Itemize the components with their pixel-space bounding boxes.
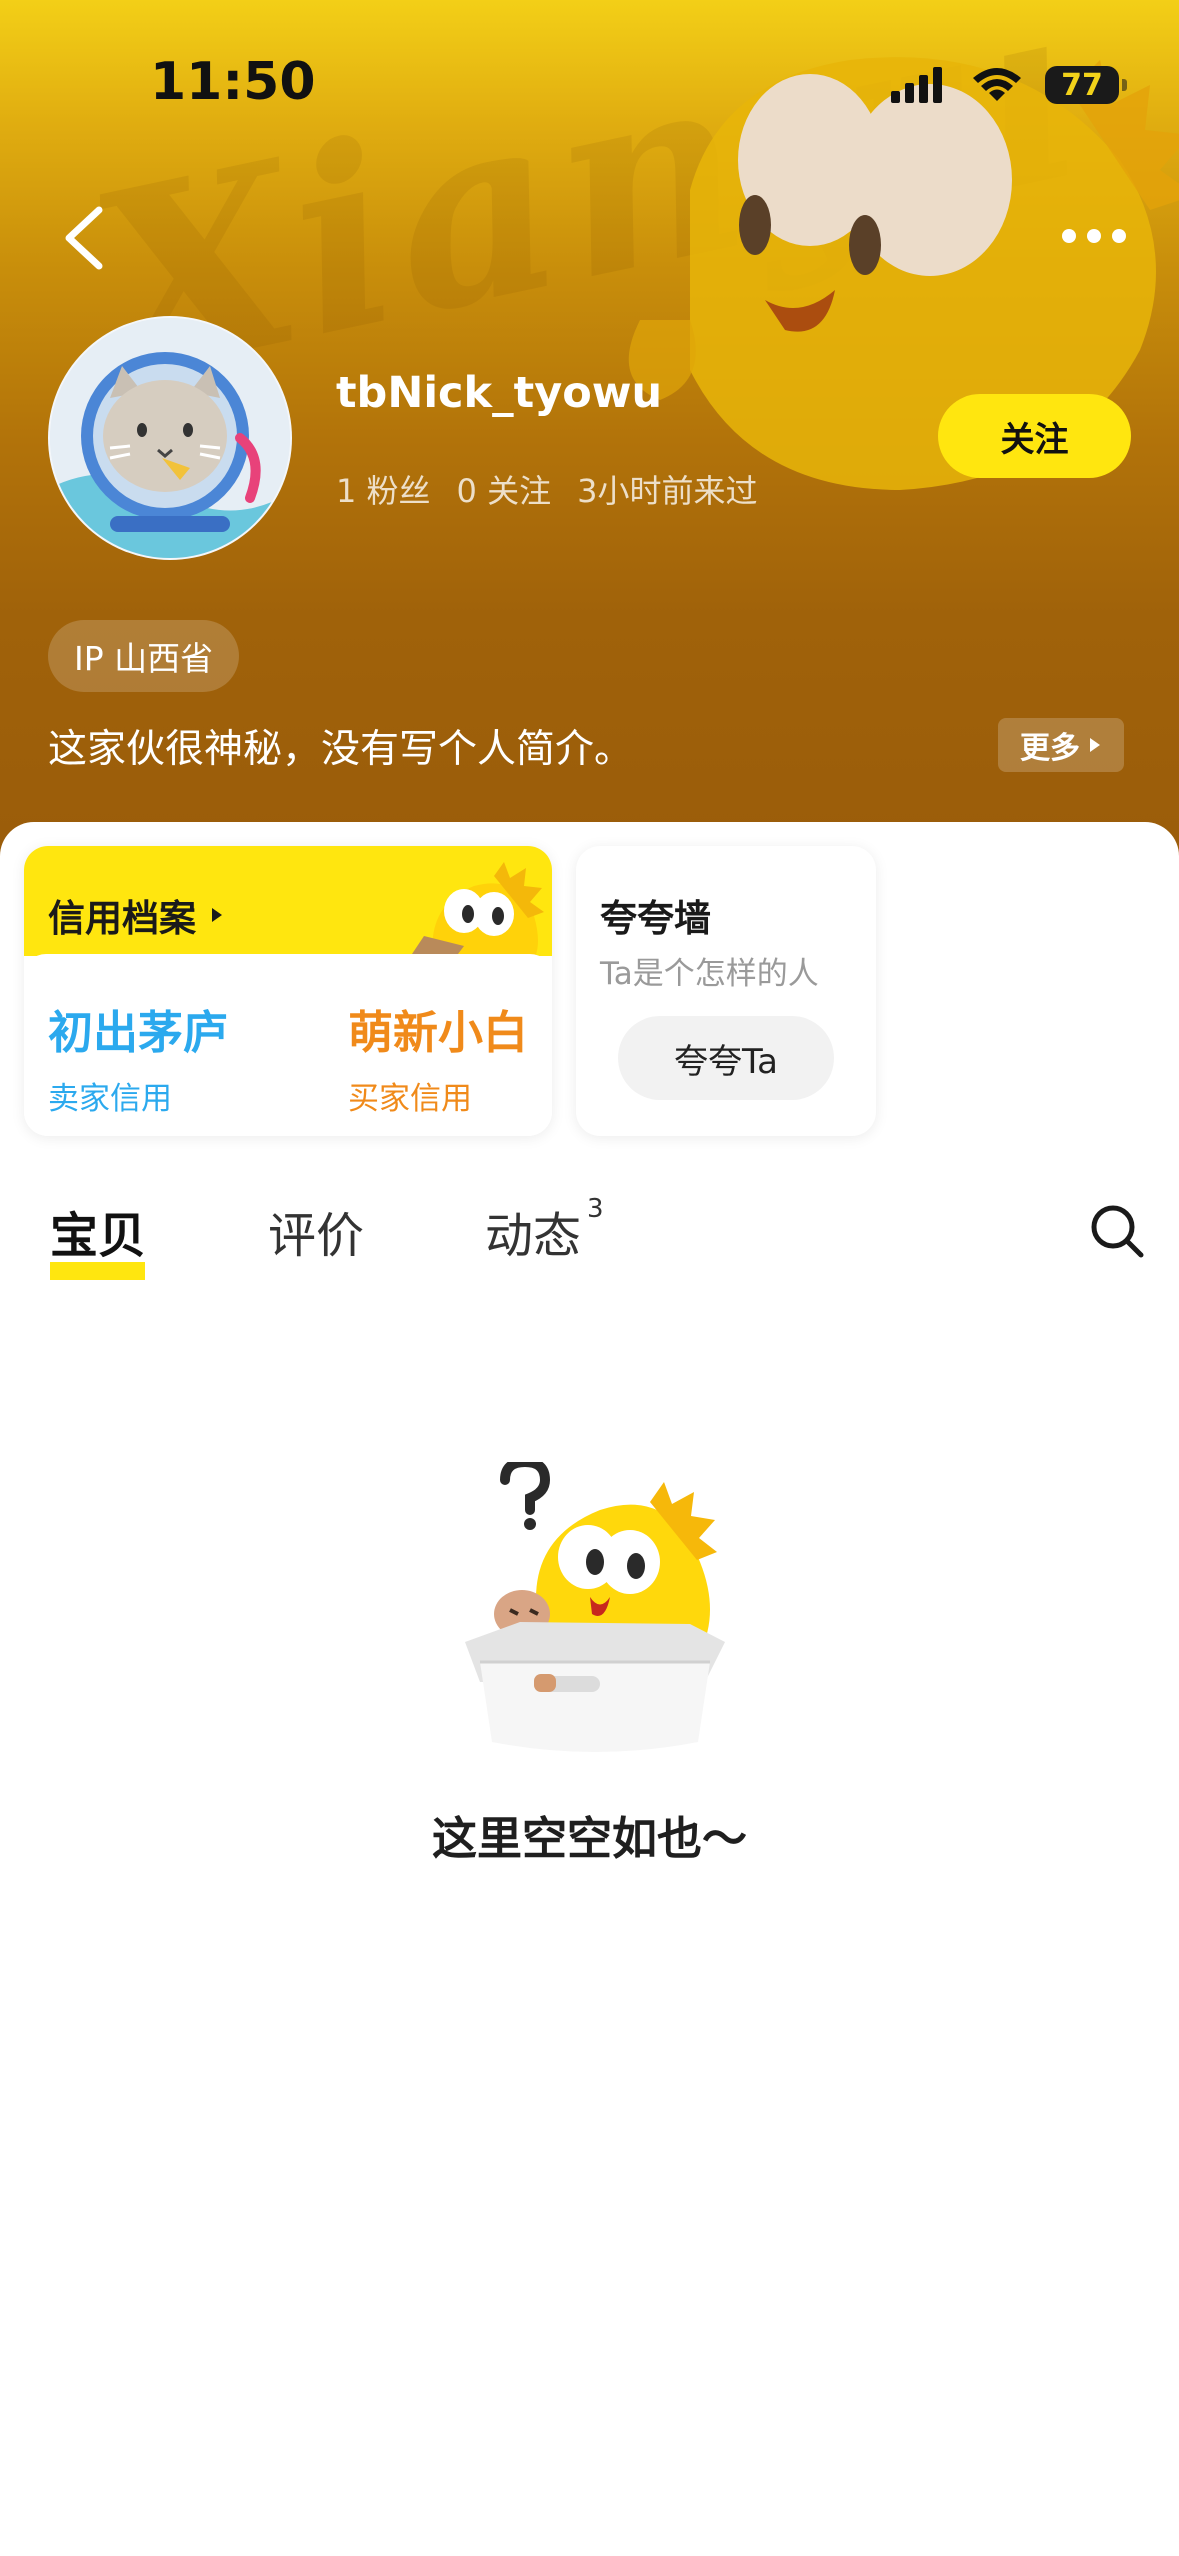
fans-count[interactable]: 1 粉丝 xyxy=(336,466,431,512)
credit-body: 初出茅庐 卖家信用 萌新小白 买家信用 xyxy=(24,954,552,1136)
mascot-sticker xyxy=(404,862,544,966)
bio-text: 这家伙很神秘，没有写个人简介。 xyxy=(48,727,634,772)
triangle-right-icon xyxy=(1090,738,1100,752)
seller-credit-label: 卖家信用 xyxy=(48,1081,172,1117)
status-time: 11:50 xyxy=(150,52,316,112)
more-bio-button[interactable]: 更多 xyxy=(998,718,1124,772)
ip-location-badge: IP 山西省 xyxy=(48,620,240,692)
empty-box-illustration xyxy=(465,1462,725,1752)
tab-active-indicator xyxy=(50,1262,145,1280)
seller-credit: 初出茅庐 卖家信用 xyxy=(48,996,228,1118)
battery-icon: 77 xyxy=(1045,66,1127,104)
status-icons: 77 xyxy=(891,60,1127,110)
credit-title: 信用档案 xyxy=(48,888,224,942)
back-arrow-icon[interactable] xyxy=(55,200,115,276)
triangle-right-icon xyxy=(212,908,222,922)
last-seen: 3小时前来过 xyxy=(577,472,758,510)
credit-title-label: 信用档案 xyxy=(48,897,196,940)
seller-rank: 初出茅庐 xyxy=(48,1006,229,1059)
wifi-icon xyxy=(973,68,1021,101)
tab-posts-label: 动态 xyxy=(485,1208,582,1264)
signal-icon xyxy=(891,67,942,103)
more-bio-label: 更多 xyxy=(1020,731,1080,766)
battery-level: 77 xyxy=(1061,67,1103,103)
follow-button[interactable]: 关注 xyxy=(938,394,1131,478)
tab-posts[interactable]: 动态 3 xyxy=(485,1194,604,1266)
tab-items-label: 宝贝 xyxy=(50,1208,147,1264)
tab-posts-count: 3 xyxy=(587,1194,604,1224)
profile-header: Xianyu 11:50 77 tbNick_tyowu 1 粉丝 0 关注 3… xyxy=(0,0,1179,880)
username: tbNick_tyowu xyxy=(336,368,663,418)
following-count[interactable]: 0 关注 xyxy=(457,466,552,512)
buyer-credit-label: 买家信用 xyxy=(348,1081,472,1117)
credit-card[interactable]: 信用档案 初出茅庐 卖家信用 萌新小白 买家信用 xyxy=(24,846,552,1136)
profile-tabs: 宝贝 评价 动态 3 xyxy=(0,1172,1179,1282)
search-icon[interactable] xyxy=(1088,1202,1146,1260)
praise-button[interactable]: 夸夸Ta xyxy=(618,1016,834,1100)
praise-wall-title: 夸夸墙 xyxy=(600,897,711,940)
avatar-image xyxy=(50,318,290,558)
praise-wall-card[interactable]: 夸夸墙 Ta是个怎样的人 夸夸Ta xyxy=(576,846,876,1136)
more-dots-icon[interactable] xyxy=(1059,222,1129,250)
avatar[interactable] xyxy=(48,316,292,560)
profile-stats: 1 粉丝 0 关注 3小时前来过 xyxy=(336,466,757,512)
tab-reviews[interactable]: 评价 xyxy=(268,1196,364,1266)
empty-state-text: 这里空空如也～ xyxy=(431,1812,747,1865)
buyer-rank: 萌新小白 xyxy=(348,1006,529,1059)
tab-reviews-label: 评价 xyxy=(268,1208,365,1264)
tab-items[interactable]: 宝贝 xyxy=(50,1196,147,1280)
buyer-credit: 萌新小白 买家信用 xyxy=(348,996,528,1118)
praise-wall-subtitle: Ta是个怎样的人 xyxy=(600,956,819,992)
content-sheet: 信用档案 初出茅庐 卖家信用 萌新小白 买家信用 夸夸墙 Ta是个怎样的人 夸夸… xyxy=(0,822,1179,2556)
